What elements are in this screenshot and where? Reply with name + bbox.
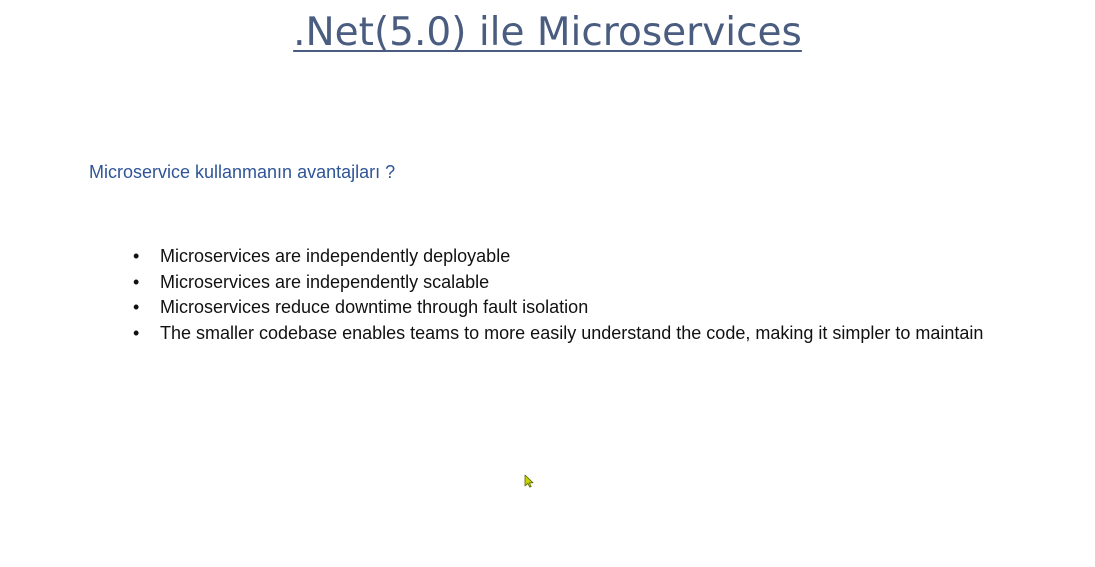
presentation-slide: .Net(5.0) ile Microservices Microservice…	[0, 0, 1095, 567]
bullet-marker: •	[133, 271, 140, 292]
bullet-text: The smaller codebase enables teams to mo…	[160, 322, 984, 343]
bullet-item: • Microservices are independently deploy…	[133, 244, 1003, 270]
bullet-marker: •	[133, 322, 140, 343]
bullet-list: • Microservices are independently deploy…	[133, 244, 1003, 346]
slide-title-text: .Net(5.0) ile Microservices	[293, 10, 802, 55]
bullet-marker: •	[133, 246, 140, 266]
bullet-item: • The smaller codebase enables teams to …	[133, 321, 1003, 347]
mouse-pointer-icon	[524, 474, 534, 488]
bullet-text: Microservices are independently deployab…	[160, 246, 511, 266]
bullet-text: Microservices are independently scalable	[160, 271, 490, 292]
bullet-item: • Microservices reduce downtime through …	[133, 295, 1003, 321]
bullet-text: Microservices reduce downtime through fa…	[160, 297, 589, 317]
bullet-item: • Microservices are independently scalab…	[133, 270, 1003, 296]
slide-subtitle: Microservice kullanmanın avantajları ?	[89, 162, 396, 182]
slide-title: .Net(5.0) ile Microservices	[0, 10, 1095, 57]
bullet-marker: •	[133, 297, 140, 317]
